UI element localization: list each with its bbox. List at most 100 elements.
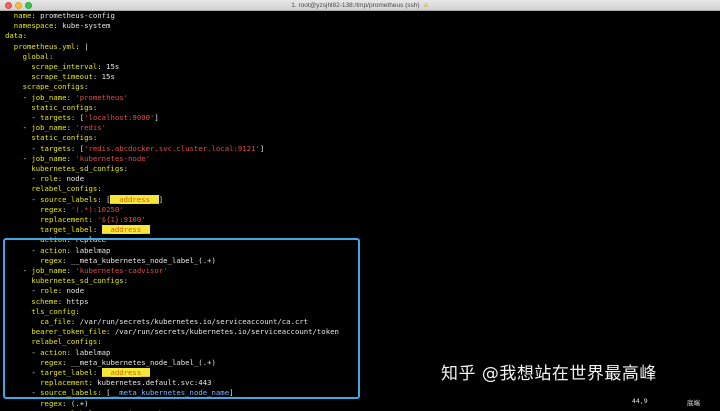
terminal-line: regex: '(.*):10250': [5, 204, 124, 215]
code-token: prometheus.yml: [13, 41, 76, 51]
code-token: scrape_interval: [31, 62, 98, 71]
terminal-line: prometheus.yml: |: [5, 42, 89, 52]
code-token: -: [5, 153, 32, 163]
code-token: :: [97, 184, 102, 194]
terminal-line: kubernetes_sd_configs:: [5, 164, 128, 174]
code-token: -: [5, 113, 41, 122]
code-token: : kube-system: [53, 21, 111, 31]
code-token: global: [22, 51, 49, 61]
code-token: : node: [57, 174, 85, 184]
code-token: scrape_timeout: [31, 72, 93, 82]
terminal-line: - job_name: 'redis': [5, 123, 107, 133]
code-token: :: [66, 123, 76, 133]
code-token: ]: [259, 143, 265, 153]
code-token: :: [84, 82, 89, 92]
search-match: __address__: [110, 194, 159, 204]
code-token: kubernetes_sd_configs: [31, 164, 124, 173]
code-token: :: [92, 102, 98, 112]
terminal-line: namespace: kube-system: [5, 21, 111, 31]
terminal-line: - job_name: 'prometheus': [5, 93, 128, 103]
code-token: -: [5, 143, 41, 153]
terminal-line: static_configs:: [5, 133, 97, 143]
terminal-line: name: prometheus-config: [5, 11, 115, 21]
code-token: 'prometheus': [75, 92, 129, 102]
window-title: 1. root@yzsjhl82-138:/tmp/prometheus (ss…: [291, 2, 420, 9]
code-token: job_name: [31, 153, 67, 163]
code-token: -: [5, 194, 41, 204]
code-token: : (.+): [62, 398, 89, 408]
terminal-line: scrape_configs:: [5, 82, 89, 92]
code-token: : prometheus-config: [31, 11, 115, 20]
zhihu-watermark: 知乎 @我想站在世界最高峰: [441, 364, 657, 384]
terminal-line: scrape_interval: 15s: [5, 62, 119, 72]
terminal-line: scrape_timeout: 15s: [5, 72, 114, 82]
code-token: : 15s: [97, 62, 120, 71]
code-token: -: [5, 174, 41, 184]
terminal-line: global:: [5, 51, 54, 62]
code-token: -: [5, 92, 32, 102]
code-token: scrape_configs: [22, 82, 85, 92]
code-token: static_configs: [31, 102, 93, 112]
scroll-position: 底端: [687, 399, 700, 407]
code-token: targets: [40, 113, 71, 122]
highlighted-region-box: [3, 238, 360, 399]
code-token: : [: [70, 143, 85, 153]
code-token: '(.*):10250': [70, 204, 124, 214]
terminal-line: data:: [5, 31, 27, 41]
terminal-line: - targets: ['redis.abcdocker.svc.cluster…: [5, 144, 264, 154]
code-token: :: [88, 215, 98, 224]
window-title-container: 1. root@yzsjhl82-138:/tmp/prometheus (ss…: [0, 0, 720, 11]
terminal-line: replacement: '${1}:9100': [5, 215, 145, 225]
code-token: :: [62, 204, 71, 214]
code-token: :: [92, 225, 102, 235]
search-match: __address__: [101, 225, 150, 235]
code-token: 'localhost:9090': [84, 113, 155, 122]
terminal-line: static_configs:: [5, 103, 97, 113]
code-token: data: [5, 31, 23, 41]
code-token: 'kubernetes-node': [75, 153, 150, 163]
terminal-line: - targets: ['localhost:9090']: [5, 113, 159, 123]
code-token: ]: [154, 113, 159, 122]
code-token: :: [48, 51, 54, 61]
terminal-window: 1. root@yzsjhl82-138:/tmp/prometheus (ss…: [0, 0, 720, 411]
terminal-line: - source_labels: [__address__]: [5, 194, 163, 205]
code-token: : |: [75, 41, 89, 51]
terminal-line: target_label: __address__: [5, 225, 150, 235]
terminal-line: - role: node: [5, 174, 84, 184]
title-bar: 1. root@yzsjhl82-138:/tmp/prometheus (ss…: [0, 0, 720, 11]
code-token: 'redis': [75, 123, 107, 133]
code-token: -: [5, 123, 32, 133]
code-token: target_label: [40, 225, 93, 235]
code-token: replacement: [40, 215, 89, 224]
code-token: 'redis.abcdocker.svc.cluster.local:9121': [84, 143, 260, 153]
code-token: static_configs: [31, 133, 93, 143]
code-token: regex: [40, 398, 63, 408]
warning-icon: ⚠: [423, 3, 429, 9]
code-token: :: [92, 133, 98, 143]
code-token: :: [123, 164, 129, 173]
terminal-line: relabel_configs:: [5, 184, 102, 194]
code-token: role: [40, 174, 58, 184]
code-token: targets: [40, 143, 71, 153]
cursor-position: 44,9: [632, 397, 648, 405]
code-token: :: [66, 153, 76, 163]
code-token: : [: [70, 113, 85, 122]
terminal-line: regex: (.+): [5, 399, 88, 409]
code-token: regex: [40, 204, 63, 214]
code-token: job_name: [31, 123, 67, 133]
code-token: :: [66, 92, 76, 102]
